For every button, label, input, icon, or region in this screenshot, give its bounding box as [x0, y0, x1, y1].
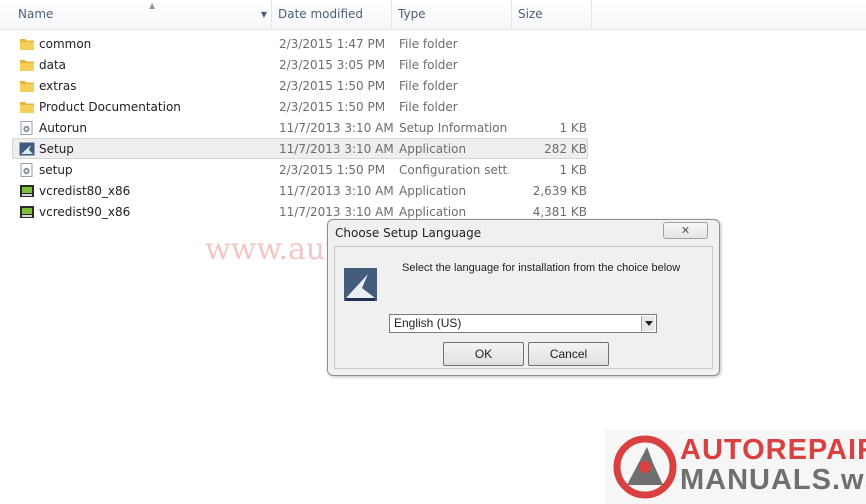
column-header-size-label: Size — [518, 7, 543, 21]
file-name: Setup — [39, 142, 74, 156]
cancel-button[interactable]: Cancel — [528, 342, 609, 366]
file-date: 2/3/2015 1:47 PM — [279, 37, 386, 51]
column-header-name[interactable]: Name ▲ ▼ — [12, 0, 272, 29]
dialog-body: Select the language for installation fro… — [334, 246, 713, 369]
ok-button[interactable]: OK — [443, 342, 524, 366]
file-date: 2/3/2015 1:50 PM — [279, 163, 386, 177]
file-date: 11/7/2013 3:10 AM — [279, 184, 394, 198]
file-date: 2/3/2015 1:50 PM — [279, 100, 386, 114]
language-select-value: English (US) — [394, 316, 462, 330]
file-name: Autorun — [39, 121, 88, 135]
file-row[interactable]: setup 2/3/2015 1:50 PM Configuration set… — [12, 159, 588, 180]
setup-logo-icon — [344, 268, 377, 301]
file-type: Setup Information — [399, 121, 508, 135]
file-row[interactable]: vcredist80_x86 11/7/2013 3:10 AM Applica… — [12, 180, 588, 201]
file-type: Configuration sett... — [399, 163, 509, 177]
file-name: extras — [39, 79, 77, 93]
folder-icon — [20, 102, 34, 113]
installer-icon — [20, 206, 34, 218]
watermark-logo-line1: AUTOREPAIR — [680, 434, 866, 466]
column-header-date-label: Date modified — [278, 7, 364, 21]
file-type: File folder — [399, 79, 458, 93]
settings-file-icon — [20, 121, 33, 135]
file-size: 1 KB — [559, 163, 587, 177]
close-icon: ✕ — [680, 224, 691, 237]
folder-icon — [20, 81, 34, 92]
watermark-logo: AUTOREPAIR MANUALS.ws — [605, 430, 866, 504]
chevron-down-icon[interactable] — [641, 316, 655, 331]
settings-file-icon — [20, 163, 33, 177]
column-header-date[interactable]: Date modified — [272, 0, 392, 29]
file-date: 2/3/2015 1:50 PM — [279, 79, 386, 93]
file-type: Application — [399, 184, 467, 198]
file-type: File folder — [399, 58, 458, 72]
column-header-bar: Name ▲ ▼ Date modified Type Size — [0, 0, 866, 30]
file-name: data — [39, 58, 67, 72]
setup-app-icon — [19, 142, 35, 156]
file-row[interactable]: Product Documentation 2/3/2015 1:50 PM F… — [12, 96, 588, 117]
file-row[interactable]: data 2/3/2015 3:05 PM File folder — [12, 54, 588, 75]
file-date: 11/7/2013 3:10 AM — [279, 121, 394, 135]
chevron-down-icon[interactable]: ▼ — [261, 0, 267, 29]
folder-icon — [20, 39, 34, 50]
choose-setup-language-dialog: Choose Setup Language ✕ Select the langu… — [327, 219, 720, 376]
file-type: File folder — [399, 100, 458, 114]
column-header-type[interactable]: Type — [392, 0, 512, 29]
sort-ascending-icon: ▲ — [149, 1, 156, 10]
language-select[interactable]: English (US) — [389, 314, 657, 333]
file-name: common — [39, 37, 92, 51]
file-size: 1 KB — [559, 121, 587, 135]
file-size: 282 KB — [544, 142, 587, 156]
column-header-name-label: Name — [18, 7, 54, 21]
dialog-message: Select the language for installation fro… — [402, 262, 681, 274]
file-name: vcredist90_x86 — [39, 205, 131, 219]
file-name: setup — [39, 163, 73, 177]
installer-icon — [20, 185, 34, 197]
file-type: File folder — [399, 37, 458, 51]
file-name: vcredist80_x86 — [39, 184, 131, 198]
file-type: Application — [399, 142, 467, 156]
watermark-logo-line2: MANUALS.ws — [680, 464, 866, 496]
close-button[interactable]: ✕ — [663, 222, 708, 239]
file-date: 2/3/2015 3:05 PM — [279, 58, 386, 72]
file-size: 2,639 KB — [532, 184, 587, 198]
file-row[interactable]: extras 2/3/2015 1:50 PM File folder — [12, 75, 588, 96]
file-date: 11/7/2013 3:10 AM — [279, 142, 394, 156]
folder-icon — [20, 60, 34, 71]
dialog-title: Choose Setup Language — [335, 226, 482, 240]
column-header-type-label: Type — [398, 7, 426, 21]
file-row[interactable]: Autorun 11/7/2013 3:10 AM Setup Informat… — [12, 117, 588, 138]
column-header-size[interactable]: Size — [512, 0, 592, 29]
file-row-selected[interactable]: Setup 11/7/2013 3:10 AM Application 282 … — [12, 138, 588, 159]
file-row[interactable]: common 2/3/2015 1:47 PM File folder — [12, 33, 588, 54]
watermark-logo-emblem-icon — [613, 435, 677, 499]
file-name: Product Documentation — [39, 100, 181, 114]
